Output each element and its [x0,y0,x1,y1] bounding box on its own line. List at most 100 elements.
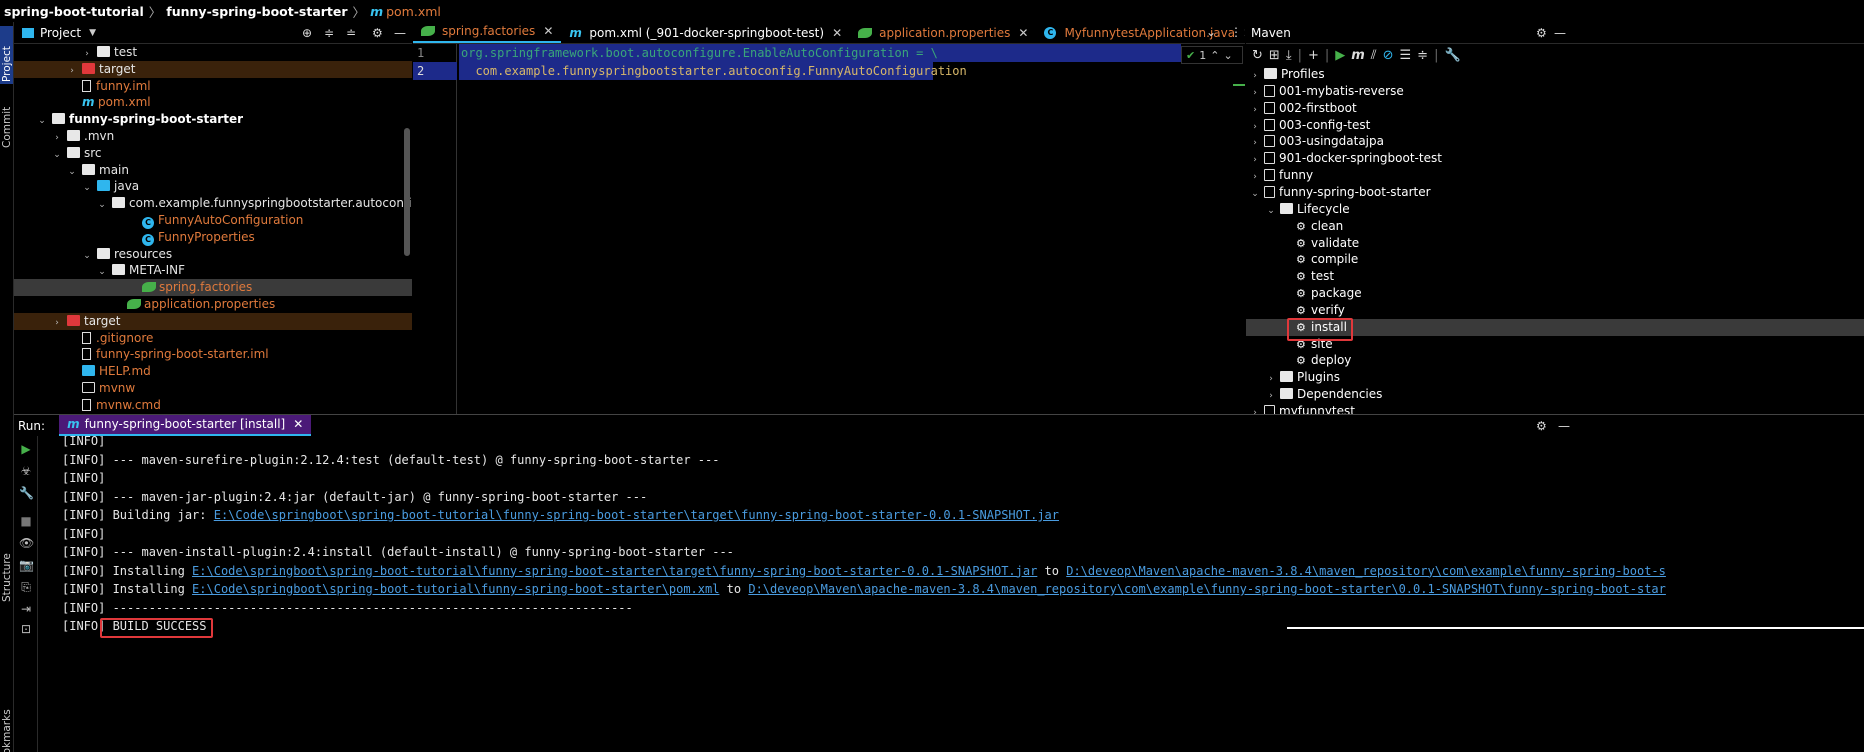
maven-tree-item[interactable]: › 001-mybatis-reverse [1246,83,1864,100]
tree-item[interactable]: funny-spring-boot-starter.iml [14,346,412,363]
editor-tab[interactable]: m pom.xml (_901-docker-springboot-test) ✕ [561,22,850,43]
chevron-down-icon[interactable]: ⌄ [1223,49,1232,62]
gear-icon[interactable]: ⚙ [1536,26,1547,40]
console-link[interactable]: D:\deveop\Maven\apache-maven-3.8.4\maven… [748,582,1666,596]
locate-icon[interactable]: ⊕ [302,26,312,40]
maven-tree-item[interactable]: ⚙ verify [1246,302,1864,319]
maven-tree-item[interactable]: › 003-config-test [1246,117,1864,134]
maven-tree-item[interactable]: › Plugins [1246,369,1864,386]
tree-item[interactable]: › target [14,60,412,78]
breadcrumb-module[interactable]: funny-spring-boot-starter [166,4,347,19]
maven-tree-item[interactable]: ⚙ validate [1246,235,1864,252]
tool-tab-bookmarks[interactable]: Bookmarks [1,709,13,752]
pin-icon[interactable]: ⊡ [19,622,33,636]
minimize-icon[interactable]: — [394,26,406,40]
wrench-icon[interactable]: 🔧 [19,486,34,500]
add-folder-icon[interactable]: ⊞ [1269,48,1280,63]
stop-icon[interactable]: ■ [19,514,33,528]
maven-tree-item[interactable]: ⚙ compile [1246,251,1864,268]
chevron-up-icon[interactable]: ⌃ [1210,49,1219,62]
skip-tests-icon[interactable]: ⊘ [1383,48,1394,63]
maven-tree-item[interactable]: › 002-firstboot [1246,100,1864,117]
restore-layout-icon[interactable]: ⎘ [19,580,33,594]
reload-icon[interactable]: ↻ [1252,48,1263,63]
tree-item[interactable]: mvnw.cmd [14,397,412,414]
run-console[interactable]: [INFO] [INFO] --- maven-surefire-plugin:2… [38,436,1864,752]
rerun-icon[interactable]: ▶ [19,442,33,456]
tree-item[interactable]: .gitignore [14,330,412,347]
code-line-1[interactable]: org.springframework.boot.autoconfigure.E… [461,44,938,62]
add-icon[interactable]: + [1308,48,1319,63]
breadcrumb-file[interactable]: pom.xml [386,4,441,19]
tree-item[interactable]: C FunnyAutoConfiguration [14,212,412,229]
editor-area[interactable] [413,44,1245,414]
maven-tree-item[interactable]: ⌄ funny-spring-boot-starter [1246,184,1864,201]
collapse-all-icon[interactable]: ≐ [346,26,356,40]
console-link[interactable]: D:\deveop\Maven\apache-maven-3.8.4\maven… [1066,564,1666,578]
tree-item[interactable]: › target [14,312,412,330]
tree-item[interactable]: › .mvn [14,128,412,145]
debug-icon[interactable]: ☣ [19,464,33,478]
tree-item[interactable]: mvnw [14,380,412,397]
tree-item[interactable]: ⌄ java [14,178,412,195]
maven-tree-item[interactable]: ⚙ deploy [1246,352,1864,369]
expand-all-icon[interactable]: ≑ [324,26,334,40]
chevron-down-icon[interactable]: ⌄ [1206,25,1216,39]
tree-item[interactable]: spring.factories [14,279,412,297]
console-link[interactable]: E:\Code\springboot\spring-boot-tutorial\… [192,582,719,596]
show-dependencies-icon[interactable]: ☰ [1400,48,1412,63]
exit-icon[interactable]: ⇥ [19,602,33,616]
more-icon[interactable]: ⋮ [1230,25,1242,39]
maven-goal-icon[interactable]: m [1351,48,1365,63]
close-icon[interactable]: ✕ [293,417,303,431]
close-icon[interactable]: ✕ [543,22,553,42]
tool-tab-project[interactable]: Project [1,46,13,82]
maven-tree-item[interactable]: ⚙ test [1246,268,1864,285]
run-tab[interactable]: m funny-spring-boot-starter [install] ✕ [59,414,312,437]
inspection-widget[interactable]: ✔ 1 ⌃ ⌄ [1181,46,1243,64]
tool-tab-structure[interactable]: Structure [1,553,13,602]
download-icon[interactable]: ⤓ [1286,48,1292,63]
breadcrumb-root[interactable]: spring-boot-tutorial [4,4,144,19]
code-line-2[interactable]: com.example.funnyspringbootstarter.autoc… [461,62,966,80]
run-icon[interactable]: ▶ [1335,48,1345,63]
maven-tree-item[interactable]: › funny [1246,167,1864,184]
project-scrollbar[interactable] [404,128,410,256]
tree-item[interactable]: ⌄ main [14,162,412,179]
maven-tree-item[interactable]: ⚙ package [1246,285,1864,302]
maven-tree-item[interactable]: › 901-docker-springboot-test [1246,150,1864,167]
maven-tree-item[interactable]: ⌄ Lifecycle [1246,201,1864,218]
minimize-icon[interactable]: — [1558,419,1570,433]
eye-icon[interactable]: 👁 [19,536,34,550]
gear-icon[interactable]: ⚙ [372,26,383,40]
chevron-down-icon[interactable]: ▼ [89,28,96,38]
maven-tree-item[interactable]: ⚙ clean [1246,218,1864,235]
tree-item[interactable]: ⌄ src [14,145,412,162]
minimize-icon[interactable]: — [1554,26,1566,40]
tree-item[interactable]: C FunnyProperties [14,229,412,246]
tree-item[interactable]: ⌄ funny-spring-boot-starter [14,111,412,128]
tree-item[interactable]: ⌄ com.example.funnyspringbootstarter.auto… [14,195,412,212]
maven-tree-item[interactable]: › 003-usingdatajpa [1246,133,1864,150]
tree-item[interactable]: m pom.xml [14,94,412,111]
maven-tree-item[interactable]: › Dependencies [1246,386,1864,403]
close-icon[interactable]: ✕ [832,22,842,43]
tree-item[interactable]: ⌄ META-INF [14,262,412,279]
maven-tree-item[interactable]: › Profiles [1246,66,1864,83]
chevron-right-icon[interactable]: › [1250,405,1260,414]
tree-item[interactable]: HELP.md [14,363,412,380]
maven-tree-item[interactable]: › myfunnytest [1246,403,1864,414]
tree-item[interactable]: funny.iml [14,78,412,95]
tree-item[interactable]: › test [14,44,412,61]
close-icon[interactable]: ✕ [1018,22,1028,43]
editor-tab[interactable]: spring.factories ✕ [413,22,562,43]
tree-item[interactable]: ⌄ resources [14,246,412,263]
tree-item[interactable]: application.properties [14,296,412,313]
wrench-icon[interactable]: 🔧 [1444,48,1460,63]
camera-icon[interactable]: 📷 [19,558,34,572]
close-icon[interactable]: ✕ [1243,22,1245,43]
editor-tab[interactable]: application.properties ✕ [850,22,1036,43]
console-link[interactable]: E:\Code\springboot\spring-boot-tutorial\… [192,564,1037,578]
toggle-offline-icon[interactable]: ⫽ [1371,48,1377,63]
tool-tab-commit[interactable]: Commit [1,107,13,148]
